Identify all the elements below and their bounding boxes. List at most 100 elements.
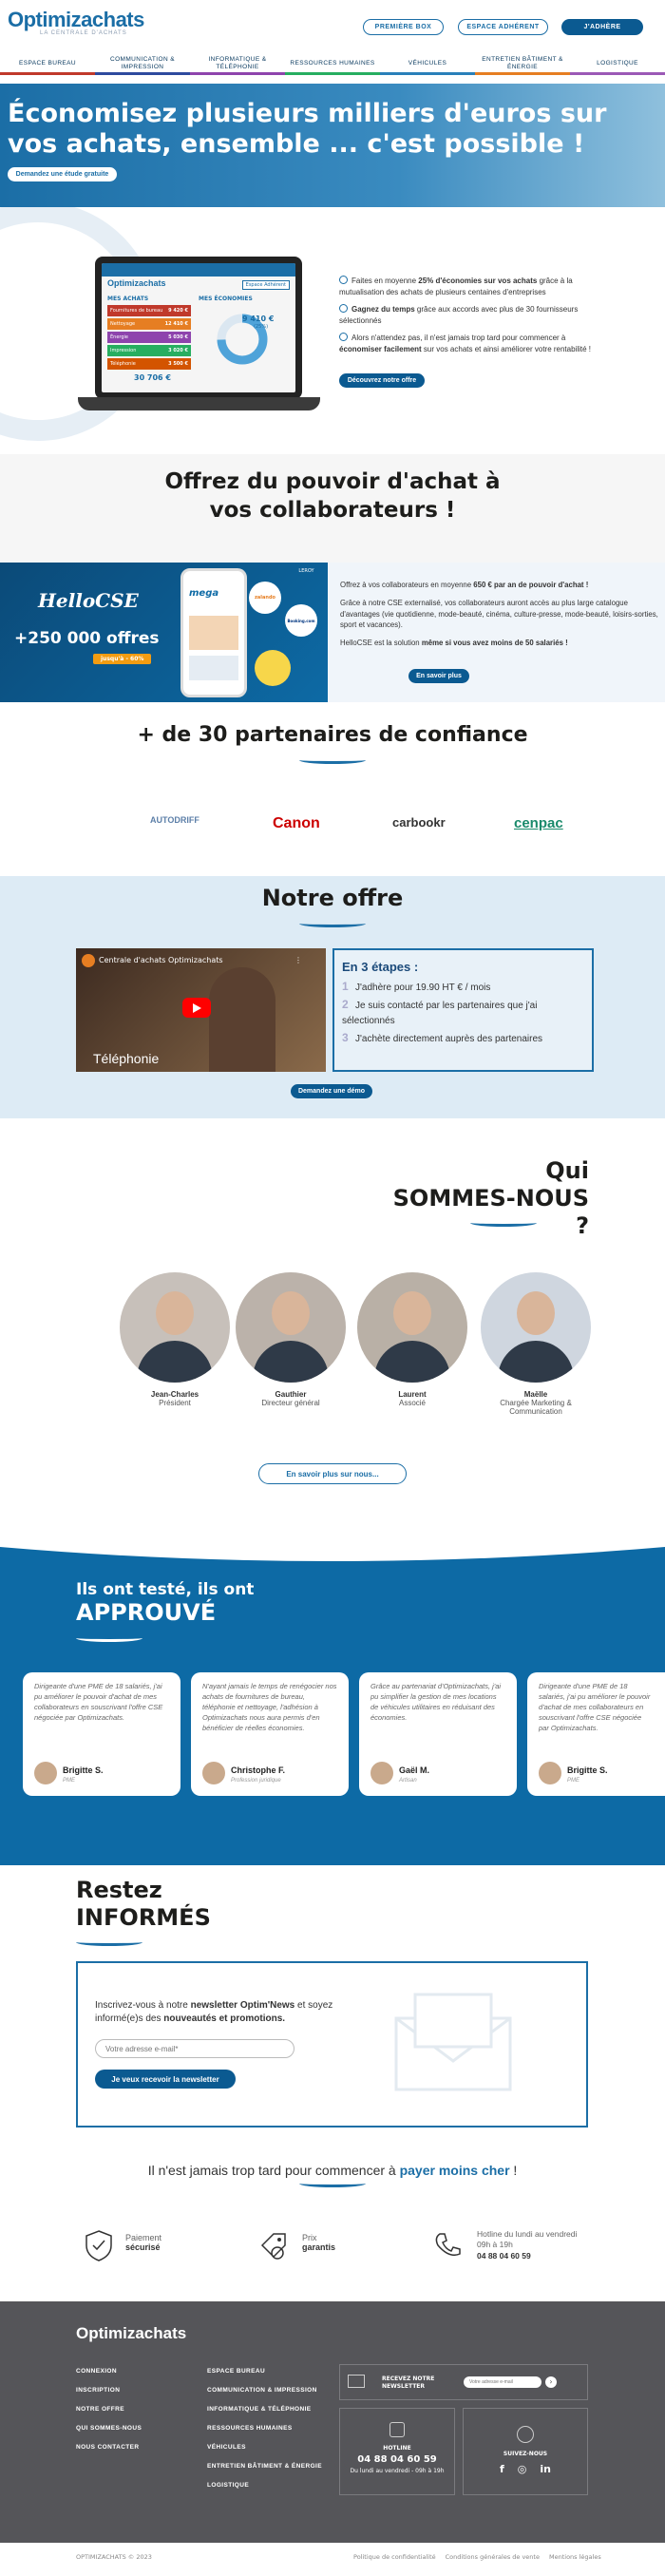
testimonials-title: Ils ont testé, ils ont APPROUVÉ [76,1580,255,1626]
partner-logo-canon: Canon [273,815,320,831]
avatar [120,1272,230,1383]
shield-check-icon [82,2228,116,2262]
newsletter-subscribe-button[interactable]: Je veux recevoir la newsletter [95,2070,236,2089]
cse-title: Offrez du pouvoir d'achat à vos collabor… [164,469,501,523]
phone-mockup: mega [180,568,247,697]
savings-icon [339,276,348,284]
site-logo[interactable]: Optimizachats LA CENTRALE D'ACHATS [8,8,144,36]
team-member: Jean-Charles Président [120,1272,230,1407]
avatar [357,1272,467,1383]
title-underline [76,1938,142,1946]
cse-more-button[interactable]: En savoir plus [408,669,469,683]
footer-category-link[interactable]: COMMUNICATION & IMPRESSION [207,2387,317,2394]
play-icon[interactable] [182,998,211,1018]
send-arrow-icon[interactable]: › [545,2376,557,2388]
testimonial-card: N'ayant jamais le temps de renégocier no… [191,1672,349,1796]
avatar [481,1272,591,1383]
linkedin-icon[interactable]: in [540,2463,551,2475]
avatar [370,1762,393,1784]
footer-link[interactable]: QUI SOMMES-NOUS [76,2425,142,2432]
footer-category-link[interactable]: LOGISTIQUE [207,2482,249,2489]
footer-email-input[interactable] [464,2376,542,2388]
purchase-row: Énergie 5 030 € [107,332,191,343]
footer-category-link[interactable]: RESSOURCES HUMAINES [207,2425,293,2432]
offer-video[interactable]: Centrale d'achats Optimizachats ⋮ Téléph… [76,948,326,1072]
title-underline [299,920,366,927]
team-member: Gauthier Directeur général [236,1272,346,1407]
dashboard-screen: Optimizachats Espace Adhérent MES ACHATS… [102,263,295,392]
footer-link[interactable]: NOTRE OFFRE [76,2406,124,2413]
envelope-icon [394,1993,512,2091]
title-underline [299,2180,366,2187]
purchase-row: Téléphonie 3 500 € [107,358,191,370]
member-area-button[interactable]: ESPACE ADHÉRENT [458,19,548,35]
discover-offer-button[interactable]: Découvrez notre offre [339,373,425,388]
footer-hotline-box: HOTLINE 04 88 04 60 59 Du lundi au vendr… [339,2408,455,2495]
nav-item-3[interactable]: RESSOURCES HUMAINES [285,54,380,75]
nav-item-2[interactable]: INFORMATIQUE & TÉLÉPHONIE [190,54,285,75]
legal-link[interactable]: Mentions légales [549,2553,601,2561]
footer-link[interactable]: NOUS CONTACTER [76,2444,140,2451]
offer-steps: En 3 étapes : 1 J'adhère pour 19.90 HT € … [332,948,594,1072]
more-icon[interactable]: ⋮ [294,956,302,964]
about-us-button[interactable]: En savoir plus sur nous... [258,1463,407,1484]
footer-social-box: SUIVEZ-NOUS f ◎ in [463,2408,588,2495]
newsletter-box: Inscrivez-vous à notre newsletter Optim'… [76,1961,588,2128]
nav-item-1[interactable]: COMMUNICATION & IMPRESSION [95,54,190,75]
share-icon [517,2426,534,2443]
legal-link[interactable]: Conditions générales de vente [446,2553,540,2561]
testimonial-card: Dirigeante d'une PME de 18 salariés, j'a… [23,1672,180,1796]
main-nav: ESPACE BUREAU COMMUNICATION & IMPRESSION I… [0,54,665,75]
wave-divider [0,1537,665,1561]
request-demo-button[interactable]: Demandez une démo [291,1084,372,1098]
video-person [209,967,276,1072]
avatar [34,1762,57,1784]
legal-link[interactable]: Politique de confidentialité [353,2553,436,2561]
instagram-icon[interactable]: ◎ [518,2463,527,2475]
partner-logo-carbookr: carbookr [392,815,446,830]
assurance-payment: Paiement sécurisé [125,2233,162,2252]
hero-title: Économisez plusieurs milliers d'euros su… [8,99,607,160]
purchase-row: Nettoyage 12 410 € [107,318,191,330]
team-member: Laurent Associé [357,1272,467,1407]
footer-category-link[interactable]: ENTRETIEN BÂTIMENT & ÉNERGIE [207,2463,322,2470]
footer-link[interactable]: INSCRIPTION [76,2387,120,2394]
nav-item-6[interactable]: LOGISTIQUE [570,54,665,75]
join-button[interactable]: J'ADHÈRE [561,19,643,35]
footer-newsletter-box: RECEVEZ NOTRE NEWSLETTER › [339,2364,588,2400]
assurance-price: Prix garantis [302,2233,336,2252]
phone-icon [390,2422,405,2437]
purchase-row: Fournitures de bureau 9 420 € [107,305,191,316]
footer-logo[interactable]: Optimizachats [76,2324,186,2343]
facebook-icon[interactable]: f [500,2463,504,2475]
avatar [202,1762,225,1784]
premiere-box-button[interactable]: PREMIÈRE BOX [363,19,444,35]
clock-icon [339,304,348,313]
hellocse-banner: HelloCSE +250 000 offres jusqu'à - 60% m… [0,563,328,702]
nav-item-5[interactable]: ENTRETIEN BÂTIMENT & ÉNERGIE [475,54,570,75]
offer-title: Notre offre [261,885,404,911]
testimonial-card: Dirigeante d'une PME de 18 salariés, j'a… [527,1672,665,1796]
nav-item-0[interactable]: ESPACE BUREAU [0,54,95,75]
phone-icon [430,2228,465,2262]
assurance-hotline: Hotline du lundi au vendredi 09h à 19h 04 … [477,2229,578,2261]
nav-item-4[interactable]: VÉHICULES [380,54,475,75]
hero-banner: Économisez plusieurs milliers d'euros su… [0,84,665,207]
price-tag-icon [256,2228,291,2262]
late-text: Il n'est jamais trop tard pour commencer… [147,2163,518,2178]
footer-category-link[interactable]: ESPACE BUREAU [207,2368,265,2375]
hellocse-logo: HelloCSE [38,589,139,612]
footer-category-link[interactable]: INFORMATIQUE & TÉLÉPHONIE [207,2406,312,2413]
footer-link[interactable]: CONNEXION [76,2368,117,2375]
footer-category-link[interactable]: VÉHICULES [207,2444,246,2451]
team-member: Maëlle Chargée Marketing & Communication [481,1272,591,1416]
free-study-button[interactable]: Demandez une étude gratuite [8,167,117,181]
newsletter-email-input[interactable] [95,2039,294,2058]
intro-point-2: Gagnez du temps grâce aux accords avec p… [339,304,579,325]
purchase-row: Impression 3 020 € [107,345,191,356]
newsletter-title: Restez INFORMÉS [76,1877,211,1931]
partner-logo-autodriff: AUTODRIFF [150,815,200,825]
step-2: 2 Je suis contacté par les partenaires qu… [342,998,538,1027]
testimonial-card: Grâce au partenariat d'Optimizachats, j'… [359,1672,517,1796]
partner-logo-cenpac: cenpac [514,815,563,831]
